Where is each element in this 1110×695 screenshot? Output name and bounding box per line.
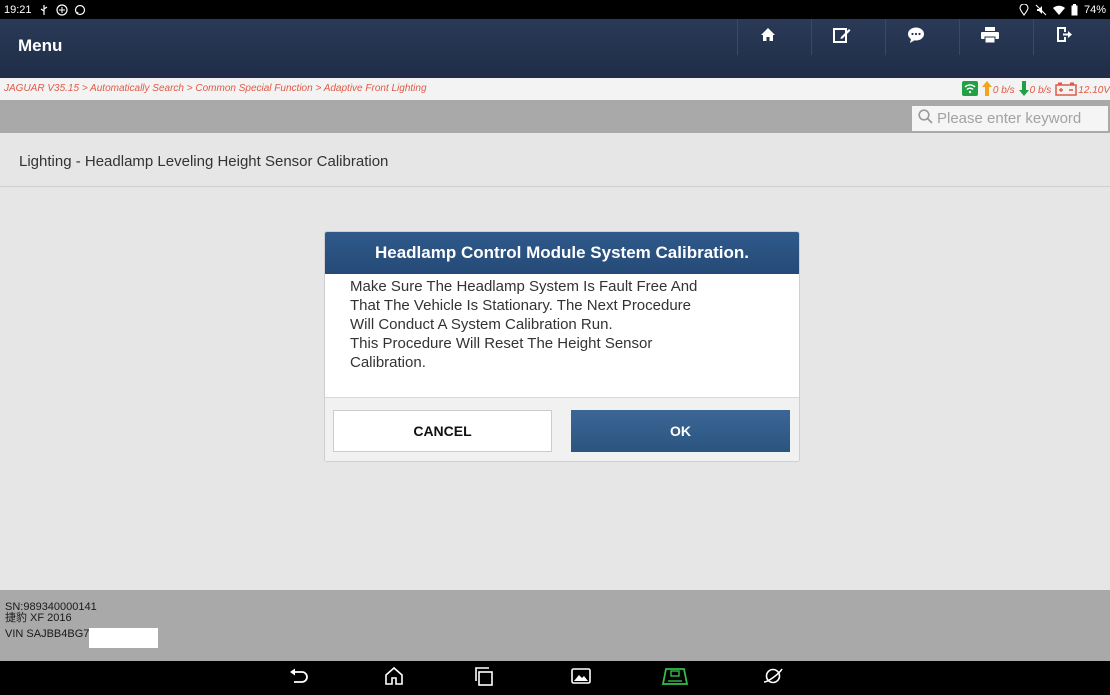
- vin-redaction: [89, 628, 159, 648]
- search-row: Please enter keyword: [0, 100, 1110, 133]
- ok-button[interactable]: OK: [571, 410, 790, 452]
- print-icon: [980, 26, 999, 48]
- dialog-title: Headlamp Control Module System Calibrati…: [325, 232, 799, 274]
- navigation-bar: [0, 661, 1110, 695]
- recents-button[interactable]: [473, 666, 495, 691]
- exit-icon: [1056, 26, 1072, 48]
- vci-wifi-icon: [961, 81, 978, 99]
- back-icon: [289, 668, 309, 689]
- menu-bar: Menu: [0, 19, 1110, 78]
- vehicle-info: SN:989340000141 捷豹 XF 2016 VIN SAJBB4BG7: [0, 590, 1110, 661]
- dialog-footer: CANCEL OK: [325, 397, 799, 461]
- upload-arrow-icon: [981, 81, 992, 99]
- vci-button[interactable]: [661, 665, 689, 692]
- dialog-message: Make Sure The Headlamp System Is Fault F…: [325, 274, 799, 397]
- battery-percent: 74%: [1083, 3, 1106, 16]
- download-rate-text: 0 b/s: [1029, 84, 1052, 96]
- voltage-text: 12.10V: [1078, 84, 1110, 96]
- battery-icon: [1071, 3, 1078, 16]
- mute-icon: [1035, 4, 1047, 16]
- search-placeholder: Please enter keyword: [937, 110, 1082, 127]
- cancel-button[interactable]: CANCEL: [333, 410, 552, 452]
- vci-icon: [661, 665, 689, 692]
- search-input[interactable]: Please enter keyword: [912, 106, 1108, 131]
- location-icon: [1019, 3, 1029, 16]
- home-outline-icon: [384, 666, 404, 691]
- breadcrumb: JAGUAR V35.15 > Automatically Search > C…: [4, 83, 427, 94]
- vin-number: VIN SAJBB4BG7: [5, 627, 90, 640]
- home-nav-button[interactable]: [383, 666, 405, 691]
- exit-button[interactable]: [1033, 19, 1093, 55]
- connection-status: 0 b/s 0 b/s 12.10V: [961, 81, 1110, 99]
- download-rate: 0 b/s: [1018, 81, 1052, 99]
- planet-icon: [762, 665, 784, 692]
- upload-rate-text: 0 b/s: [992, 84, 1015, 96]
- upload-rate: 0 b/s: [981, 81, 1015, 99]
- wifi-icon: [1052, 5, 1065, 15]
- status-bar: 19:21 74%: [0, 0, 1110, 19]
- status-time: 19:21: [4, 3, 32, 16]
- dialog-message-line: Make Sure The Headlamp System Is Fault F…: [350, 278, 698, 295]
- menu-title[interactable]: Menu: [18, 36, 62, 56]
- dialog-message-line: Calibration.: [350, 354, 426, 371]
- recents-icon: [474, 666, 494, 691]
- screenshot-button[interactable]: [570, 667, 592, 689]
- usb-icon: [38, 4, 50, 16]
- dialog-message-line: That The Vehicle Is Stationary. The Next…: [350, 297, 692, 314]
- calibration-dialog: Headlamp Control Module System Calibrati…: [325, 232, 799, 461]
- app-icon: [55, 3, 68, 16]
- search-icon: [918, 109, 933, 128]
- back-button[interactable]: [288, 667, 310, 689]
- browser-button[interactable]: [762, 667, 784, 689]
- vin-row: VIN SAJBB4BG7: [5, 624, 159, 648]
- dialog-message-line: This Procedure Will Reset The Height Sen…: [350, 335, 653, 352]
- chat-icon: [907, 27, 925, 48]
- voltage: 12.10V: [1055, 82, 1110, 99]
- home-icon: [760, 27, 776, 47]
- chat-button[interactable]: [885, 19, 945, 55]
- vehicle-model: 捷豹 XF 2016: [5, 612, 72, 624]
- edit-button[interactable]: [811, 19, 871, 55]
- home-button[interactable]: [737, 19, 797, 55]
- message-icon: [74, 4, 86, 16]
- car-battery-icon: [1055, 82, 1078, 99]
- dialog-message-line: Will Conduct A System Calibration Run.: [350, 316, 613, 333]
- image-icon: [571, 667, 591, 689]
- breadcrumb-bar: JAGUAR V35.15 > Automatically Search > C…: [0, 78, 1110, 100]
- edit-icon: [832, 27, 851, 48]
- print-button[interactable]: [959, 19, 1019, 55]
- download-arrow-icon: [1018, 81, 1029, 99]
